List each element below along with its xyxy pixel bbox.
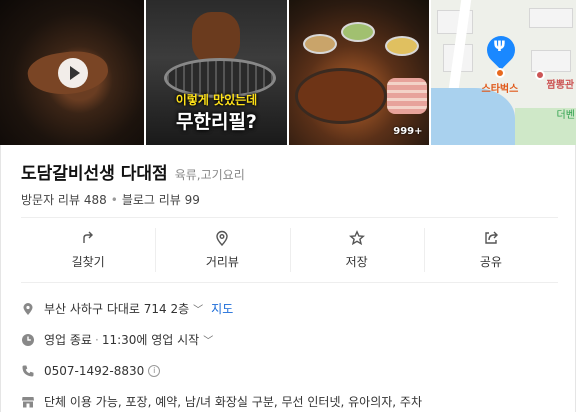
directions-icon <box>83 231 94 243</box>
phone-number[interactable]: 0507-1492-8830 <box>44 364 144 378</box>
poi-marker-icon <box>534 70 545 80</box>
clock-icon <box>22 333 34 346</box>
phone-row: 0507-1492-8830 i <box>21 355 558 386</box>
side-dish-image <box>341 22 375 42</box>
street-view-button[interactable]: 거리뷰 <box>155 218 289 282</box>
store-icon <box>22 396 34 407</box>
map-label: 더벤 <box>556 110 575 121</box>
chevron-down-icon[interactable]: ﹀ <box>203 332 213 347</box>
map-thumbnail[interactable]: Ψ 스타벅스 짬뽕관 더벤 <box>430 0 576 145</box>
photo-caption-line2: 무한리필? <box>176 111 257 133</box>
phone-icon <box>22 365 34 376</box>
pan-image <box>295 68 387 124</box>
review-counts: 방문자 리뷰 488 • 블로그 리뷰 99 <box>21 191 200 208</box>
details-list: 부산 사하구 다대로 714 2층 ﹀ 지도 영업 종료 · 11:30에 영업… <box>21 293 558 412</box>
pork-belly-image <box>387 78 427 114</box>
place-category: 육류,고기요리 <box>174 168 245 182</box>
business-hours-detail: 11:30에 영업 시작 <box>101 333 200 347</box>
save-button[interactable]: 저장 <box>289 218 424 282</box>
address-text[interactable]: 부산 사하구 다대로 714 2층 <box>44 300 189 317</box>
side-dish-image <box>303 34 337 54</box>
photo-strip: 이렇게 맛있는데 무한리필? 999+ Ψ 스타벅스 짬뽕관 더벤 <box>0 0 576 145</box>
map-building <box>530 50 571 72</box>
map-building <box>528 8 573 28</box>
action-bar: 길찾기 거리뷰 저장 공유 <box>21 217 558 283</box>
photo-count-badge: 999+ <box>393 126 423 137</box>
poi-marker-icon <box>494 68 505 78</box>
location-pin-icon <box>23 302 33 315</box>
separator-dot: · <box>94 332 99 347</box>
restaurant-icon: Ψ <box>493 39 506 55</box>
place-name[interactable]: 도담갈비선생 다대점 <box>21 159 168 184</box>
photo-table-spread[interactable]: 999+ <box>289 0 429 145</box>
map-label: 스타벅스 <box>481 84 519 95</box>
amenities-text: 단체 이용 가능, 포장, 예약, 남/녀 화장실 구분, 무선 인터넷, 유아… <box>44 395 423 409</box>
meat-image <box>191 12 240 64</box>
separator-dot: • <box>110 193 118 207</box>
play-icon[interactable] <box>58 58 88 88</box>
blog-review-count[interactable]: 블로그 리뷰 99 <box>122 193 200 207</box>
photo-grill[interactable]: 이렇게 맛있는데 무한리필? <box>145 0 287 145</box>
map-link[interactable]: 지도 <box>211 300 233 317</box>
info-icon[interactable]: i <box>148 364 161 377</box>
photo-video-thumbnail[interactable] <box>0 0 144 145</box>
share-label: 공유 <box>479 255 502 269</box>
place-info-panel: 도담갈비선생 다대점 육류,고기요리 방문자 리뷰 488 • 블로그 리뷰 99 … <box>0 145 576 412</box>
title-row: 도담갈비선생 다대점 육류,고기요리 <box>21 159 245 184</box>
street-view-label: 거리뷰 <box>205 255 239 269</box>
directions-label: 길찾기 <box>71 255 105 269</box>
directions-button[interactable]: 길찾기 <box>21 218 155 282</box>
hours-row[interactable]: 영업 종료 · 11:30에 영업 시작 ﹀ <box>21 324 558 355</box>
address-row: 부산 사하구 다대로 714 2층 ﹀ 지도 <box>21 293 558 324</box>
street-view-icon <box>216 230 229 246</box>
photo-caption-line1: 이렇게 맛있는데 <box>175 93 258 107</box>
map-water <box>430 88 515 145</box>
amenities-row: 단체 이용 가능, 포장, 예약, 남/녀 화장실 구분, 무선 인터넷, 유아… <box>21 386 558 412</box>
map-label: 짬뽕관 <box>546 80 575 91</box>
business-status: 영업 종료 <box>44 333 92 347</box>
share-icon <box>485 231 498 244</box>
visitor-review-count[interactable]: 방문자 리뷰 488 <box>21 193 107 207</box>
share-button[interactable]: 공유 <box>423 218 558 282</box>
star-icon <box>348 230 365 246</box>
side-dish-image <box>385 36 419 56</box>
chevron-down-icon[interactable]: ﹀ <box>193 301 203 316</box>
save-label: 저장 <box>345 255 368 269</box>
